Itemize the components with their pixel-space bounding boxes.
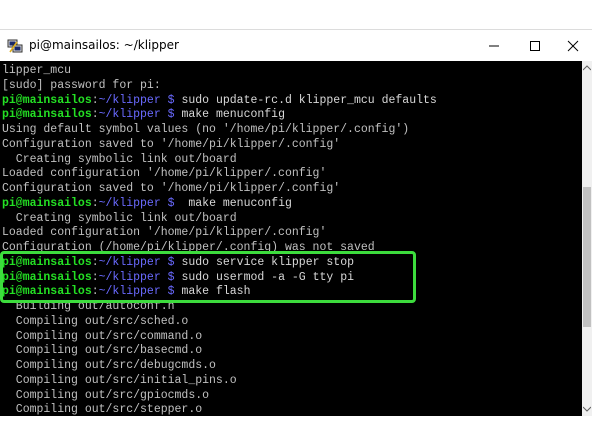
terminal-output-line: Configuration saved to '/home/pi/klipper…	[2, 182, 341, 195]
terminal-output[interactable]: lipper_mcu [sudo] password for pi: pi@main…	[0, 61, 582, 416]
command-text: sudo update-rc.d klipper_mcu defaults	[181, 93, 437, 107]
scroll-down-icon[interactable]	[582, 402, 592, 416]
prompt-user-host: pi@mainsailos	[2, 196, 92, 210]
terminal-output-line: Building out/autoconf.h	[2, 300, 175, 313]
maximize-button[interactable]	[516, 30, 554, 61]
terminal-output-line: Using default symbol values (no '/home/p…	[2, 123, 410, 136]
terminal-output-line: Compiling out/src/sched.o	[2, 314, 189, 328]
prompt-user-host: pi@mainsailos	[2, 270, 92, 284]
maximize-icon	[530, 40, 540, 51]
window-title: pi@mainsailos: ~/klipper	[29, 38, 179, 52]
prompt-user-host: pi@mainsailos	[2, 255, 92, 269]
terminal-output-line: Configuration saved to '/home/pi/klipper…	[2, 137, 341, 151]
scrollbar-thumb[interactable]	[583, 187, 591, 327]
command-text: sudo service klipper stop	[181, 255, 354, 269]
terminal-output-line: Creating symbolic link out/board	[2, 152, 237, 166]
terminal-window: pi@mainsailos: ~/klipper lipper_mcu [sudo…	[0, 29, 592, 416]
terminal-output-line: Compiling out/src/gpiocmds.o	[2, 388, 210, 402]
terminal-output-line: [sudo] password for pi:	[2, 78, 161, 92]
terminal-prompt-line: pi@mainsailos:~/klipper $ make menuconfi…	[2, 107, 285, 122]
prompt-user-host: pi@mainsailos	[2, 93, 92, 107]
command-text: make menuconfig	[181, 108, 285, 122]
terminal-output-line: Compiling out/src/basecmd.o	[2, 344, 203, 358]
command-text: sudo usermod -a -G tty pi	[181, 270, 354, 284]
prompt-separator: :	[91, 255, 99, 269]
terminal-prompt-line: pi@mainsailos:~/klipper $ make flash	[2, 284, 250, 299]
prompt-path: ~/klipper	[98, 285, 161, 299]
prompt-path: ~/klipper	[98, 108, 161, 122]
prompt-dollar: $	[160, 270, 182, 284]
title-bar[interactable]: pi@mainsailos: ~/klipper	[0, 30, 592, 61]
prompt-separator: :	[91, 93, 99, 107]
prompt-path: ~/klipper	[98, 93, 161, 107]
terminal-output-line: Compiling out/src/initial_pins.o	[2, 373, 237, 387]
putty-icon[interactable]	[7, 38, 23, 54]
prompt-user-host: pi@mainsailos	[2, 108, 92, 122]
vertical-scrollbar[interactable]	[582, 61, 592, 416]
prompt-separator: :	[91, 285, 99, 299]
prompt-path: ~/klipper	[98, 196, 161, 210]
prompt-dollar: $	[160, 285, 182, 299]
prompt-path: ~/klipper	[98, 255, 161, 269]
prompt-path: ~/klipper	[98, 270, 161, 284]
prompt-dollar: $	[160, 196, 182, 210]
terminal-output-line: Compiling out/src/stepper.o	[2, 403, 203, 416]
command-text: make flash	[181, 285, 251, 299]
terminal-output-line: Loaded configuration '/home/pi/klipper/.…	[2, 226, 327, 240]
prompt-dollar: $	[160, 93, 182, 107]
terminal-prompt-line: pi@mainsailos:~/klipper $ make menuconfi…	[2, 196, 292, 211]
prompt-user-host: pi@mainsailos	[2, 285, 92, 299]
terminal-output-line: lipper_mcu	[2, 64, 72, 77]
prompt-dollar: $	[160, 255, 182, 269]
terminal-prompt-line: pi@mainsailos:~/klipper $ sudo service k…	[2, 255, 354, 270]
terminal-output-line: Configuration (/home/pi/klipper/.config)…	[2, 241, 375, 254]
minimize-icon	[489, 45, 499, 46]
prompt-separator: :	[91, 196, 99, 210]
terminal-prompt-line: pi@mainsailos:~/klipper $ sudo update-rc…	[2, 93, 437, 108]
terminal-output-line: Compiling out/src/command.o	[2, 329, 203, 343]
terminal-output-line: Compiling out/src/debugcmds.o	[2, 359, 216, 372]
prompt-separator: :	[91, 108, 99, 122]
terminal-output-line: Loaded configuration '/home/pi/klipper/.…	[2, 167, 327, 181]
close-button[interactable]	[554, 30, 592, 61]
prompt-dollar: $	[160, 108, 182, 122]
scroll-up-icon[interactable]	[582, 61, 592, 75]
command-text: make menuconfig	[181, 196, 292, 210]
terminal-prompt-line: pi@mainsailos:~/klipper $ sudo usermod -…	[2, 270, 354, 285]
minimize-button[interactable]	[475, 30, 513, 61]
terminal-output-line: Creating symbolic link out/board	[2, 211, 237, 225]
prompt-separator: :	[91, 270, 99, 284]
close-icon	[567, 40, 579, 51]
